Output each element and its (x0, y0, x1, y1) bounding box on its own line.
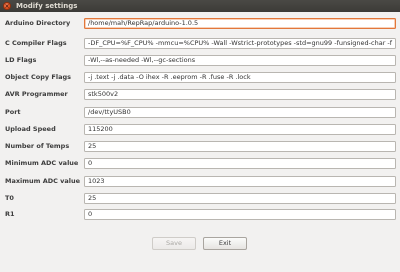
ld-flags-label: LD Flags (5, 56, 37, 64)
setting-row-r1: R1 0 (0, 209, 400, 220)
save-button[interactable]: Save (152, 237, 196, 250)
avr-programmer-input[interactable]: stk500v2 (84, 89, 396, 100)
t0-label: T0 (5, 194, 14, 202)
arduino-directory-label: Arduino Directory (5, 19, 71, 27)
c-compiler-flags-label: C Compiler Flags (5, 39, 67, 47)
setting-row-t0: T0 25 (0, 193, 400, 204)
port-label: Port (5, 108, 21, 116)
r1-input[interactable]: 0 (84, 209, 396, 220)
object-copy-flags-label: Object Copy Flags (5, 73, 72, 81)
number-of-temps-label: Number of Temps (5, 142, 70, 150)
arduino-directory-input[interactable]: /home/mah/RepRap/arduino-1.0.5 (84, 18, 396, 29)
window-title: Modify settings (16, 2, 78, 10)
setting-row-maximum-adc-value: Maximum ADC value 1023 (0, 176, 400, 187)
ld-flags-input[interactable]: -Wl,--as-needed -Wl,--gc-sections (84, 55, 396, 66)
upload-speed-input[interactable]: 115200 (84, 124, 396, 135)
upload-speed-label: Upload Speed (5, 125, 56, 133)
setting-row-avr-programmer: AVR Programmer stk500v2 (0, 89, 400, 100)
minimum-adc-value-input[interactable]: 0 (84, 158, 396, 169)
number-of-temps-input[interactable]: 25 (84, 141, 396, 152)
object-copy-flags-input[interactable]: -j .text -j .data -O ihex -R .eeprom -R … (84, 72, 396, 83)
setting-row-number-of-temps: Number of Temps 25 (0, 141, 400, 152)
setting-row-ld-flags: LD Flags -Wl,--as-needed -Wl,--gc-sectio… (0, 55, 400, 66)
title-bar: × Modify settings (0, 0, 400, 12)
setting-row-minimum-adc-value: Minimum ADC value 0 (0, 158, 400, 169)
setting-row-object-copy-flags: Object Copy Flags -j .text -j .data -O i… (0, 72, 400, 83)
port-input[interactable]: /dev/ttyUSB0 (84, 107, 396, 118)
exit-button[interactable]: Exit (203, 237, 247, 250)
t0-input[interactable]: 25 (84, 193, 396, 204)
maximum-adc-value-label: Maximum ADC value (5, 177, 81, 185)
minimum-adc-value-label: Minimum ADC value (5, 159, 79, 167)
setting-row-upload-speed: Upload Speed 115200 (0, 124, 400, 135)
c-compiler-flags-input[interactable]: -DF_CPU=%F_CPU% -mmcu=%CPU% -Wall -Wstri… (84, 38, 396, 49)
r1-label: R1 (5, 210, 15, 218)
maximum-adc-value-input[interactable]: 1023 (84, 176, 396, 187)
close-icon[interactable]: × (3, 2, 11, 10)
setting-row-arduino-directory: Arduino Directory /home/mah/RepRap/ardui… (0, 18, 400, 29)
setting-row-port: Port /dev/ttyUSB0 (0, 107, 400, 118)
setting-row-c-compiler-flags: C Compiler Flags -DF_CPU=%F_CPU% -mmcu=%… (0, 38, 400, 49)
avr-programmer-label: AVR Programmer (5, 90, 68, 98)
